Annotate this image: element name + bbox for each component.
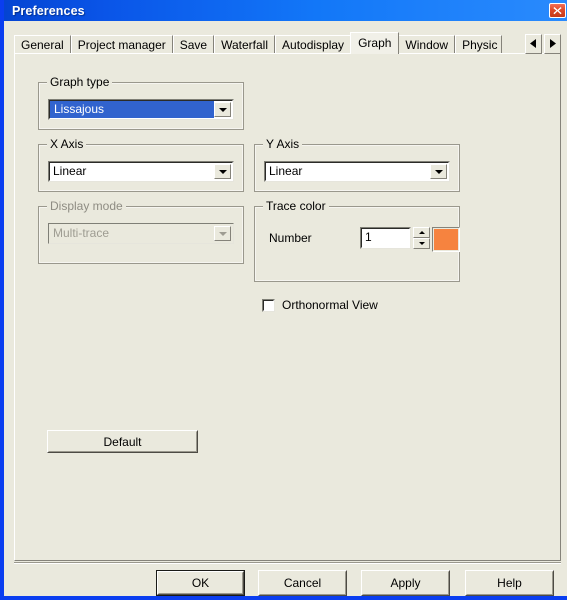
help-button[interactable]: Help xyxy=(465,570,554,596)
display-mode-dropdown-button xyxy=(214,226,231,241)
trace-number-label: Number xyxy=(269,231,312,245)
tab-graph[interactable]: Graph xyxy=(350,32,400,54)
apply-button-label: Apply xyxy=(390,576,421,590)
graph-type-combobox[interactable]: Lissajous xyxy=(48,99,234,120)
graph-type-value: Lissajous xyxy=(50,101,214,118)
tab-label: Project manager xyxy=(77,38,166,52)
tab-label: Graph xyxy=(358,36,392,50)
chevron-down-icon xyxy=(218,107,227,112)
arrow-left-icon xyxy=(530,37,537,51)
tab-autodisplay[interactable]: Autodisplay xyxy=(275,35,352,54)
arrow-up-icon xyxy=(418,231,425,234)
footer-separator xyxy=(14,562,561,564)
trace-color-swatch xyxy=(434,229,458,250)
tab-strip: General Project manager Save Waterfall A… xyxy=(14,32,561,54)
orthonormal-view-label: Orthonormal View xyxy=(282,298,378,312)
tab-label: Waterfall xyxy=(221,38,269,52)
close-icon xyxy=(553,6,562,15)
trace-color-legend: Trace color xyxy=(263,199,329,213)
y-axis-combobox[interactable]: Linear xyxy=(264,161,450,182)
apply-button[interactable]: Apply xyxy=(361,570,450,596)
trace-color-group: Trace color Number 1 xyxy=(254,199,460,282)
ok-button-label: OK xyxy=(191,576,210,590)
x-axis-group: X Axis Linear xyxy=(38,137,244,192)
tab-page-graph: Graph type Lissajous X Axis Linear Y Axi… xyxy=(14,53,561,561)
tab-waterfall[interactable]: Waterfall xyxy=(214,35,276,54)
tab-general[interactable]: General xyxy=(14,35,71,54)
chevron-down-icon xyxy=(434,169,443,174)
display-mode-value: Multi-trace xyxy=(53,226,110,240)
title-bar[interactable]: Preferences xyxy=(4,0,567,21)
default-button-label: Default xyxy=(103,434,142,449)
trace-number-input[interactable]: 1 xyxy=(360,227,411,249)
tab-label: Autodisplay xyxy=(282,38,345,52)
spinner-down-button[interactable] xyxy=(413,238,430,249)
preferences-dialog: Preferences General Project manager Save… xyxy=(0,0,567,600)
spinner-up-button[interactable] xyxy=(413,227,430,238)
arrow-right-icon xyxy=(549,37,556,51)
tab-window[interactable]: Window xyxy=(398,35,456,54)
tab-physics[interactable]: Physic xyxy=(455,35,503,54)
close-button[interactable] xyxy=(549,3,566,18)
ok-button[interactable]: OK xyxy=(156,570,245,596)
tab-list: General Project manager Save Waterfall A… xyxy=(14,32,503,54)
trace-number-spinner[interactable] xyxy=(413,227,430,249)
dialog-client-area: General Project manager Save Waterfall A… xyxy=(8,21,567,596)
y-axis-dropdown-button[interactable] xyxy=(430,164,447,179)
cancel-button[interactable]: Cancel xyxy=(258,570,347,596)
checkbox-box[interactable] xyxy=(262,298,275,312)
x-axis-combobox[interactable]: Linear xyxy=(48,161,234,182)
tab-label: Save xyxy=(179,38,208,52)
y-axis-value: Linear xyxy=(269,164,303,178)
x-axis-dropdown-button[interactable] xyxy=(214,164,231,179)
display-mode-group: Display mode Multi-trace xyxy=(38,199,244,264)
default-button[interactable]: Default xyxy=(47,430,198,453)
graph-type-group: Graph type Lissajous xyxy=(38,75,244,130)
y-axis-group: Y Axis Linear xyxy=(254,137,460,192)
tab-label: General xyxy=(21,38,64,52)
tab-scroll-right-button[interactable] xyxy=(544,34,561,54)
tab-scroll-left-button[interactable] xyxy=(525,34,542,54)
x-axis-value: Linear xyxy=(53,164,87,178)
tab-save[interactable]: Save xyxy=(172,35,215,54)
trace-color-swatch-button[interactable] xyxy=(432,227,460,252)
help-button-label: Help xyxy=(497,576,522,590)
tab-label: Physic xyxy=(462,38,498,52)
x-axis-legend: X Axis xyxy=(47,137,87,151)
tab-label: Window xyxy=(405,38,449,52)
cancel-button-label: Cancel xyxy=(283,576,322,590)
chevron-down-icon xyxy=(218,231,227,236)
orthonormal-view-checkbox[interactable]: Orthonormal View xyxy=(262,298,378,312)
arrow-down-icon xyxy=(418,242,425,245)
tab-scroll-buttons xyxy=(525,34,561,54)
display-mode-legend: Display mode xyxy=(47,199,126,213)
window-title: Preferences xyxy=(12,3,85,18)
chevron-down-icon xyxy=(218,169,227,174)
y-axis-legend: Y Axis xyxy=(263,137,303,151)
display-mode-combobox: Multi-trace xyxy=(48,223,234,244)
tab-project-manager[interactable]: Project manager xyxy=(70,35,173,54)
graph-type-dropdown-button[interactable] xyxy=(214,102,231,117)
trace-number-value: 1 xyxy=(365,230,372,244)
graph-type-legend: Graph type xyxy=(47,75,113,89)
